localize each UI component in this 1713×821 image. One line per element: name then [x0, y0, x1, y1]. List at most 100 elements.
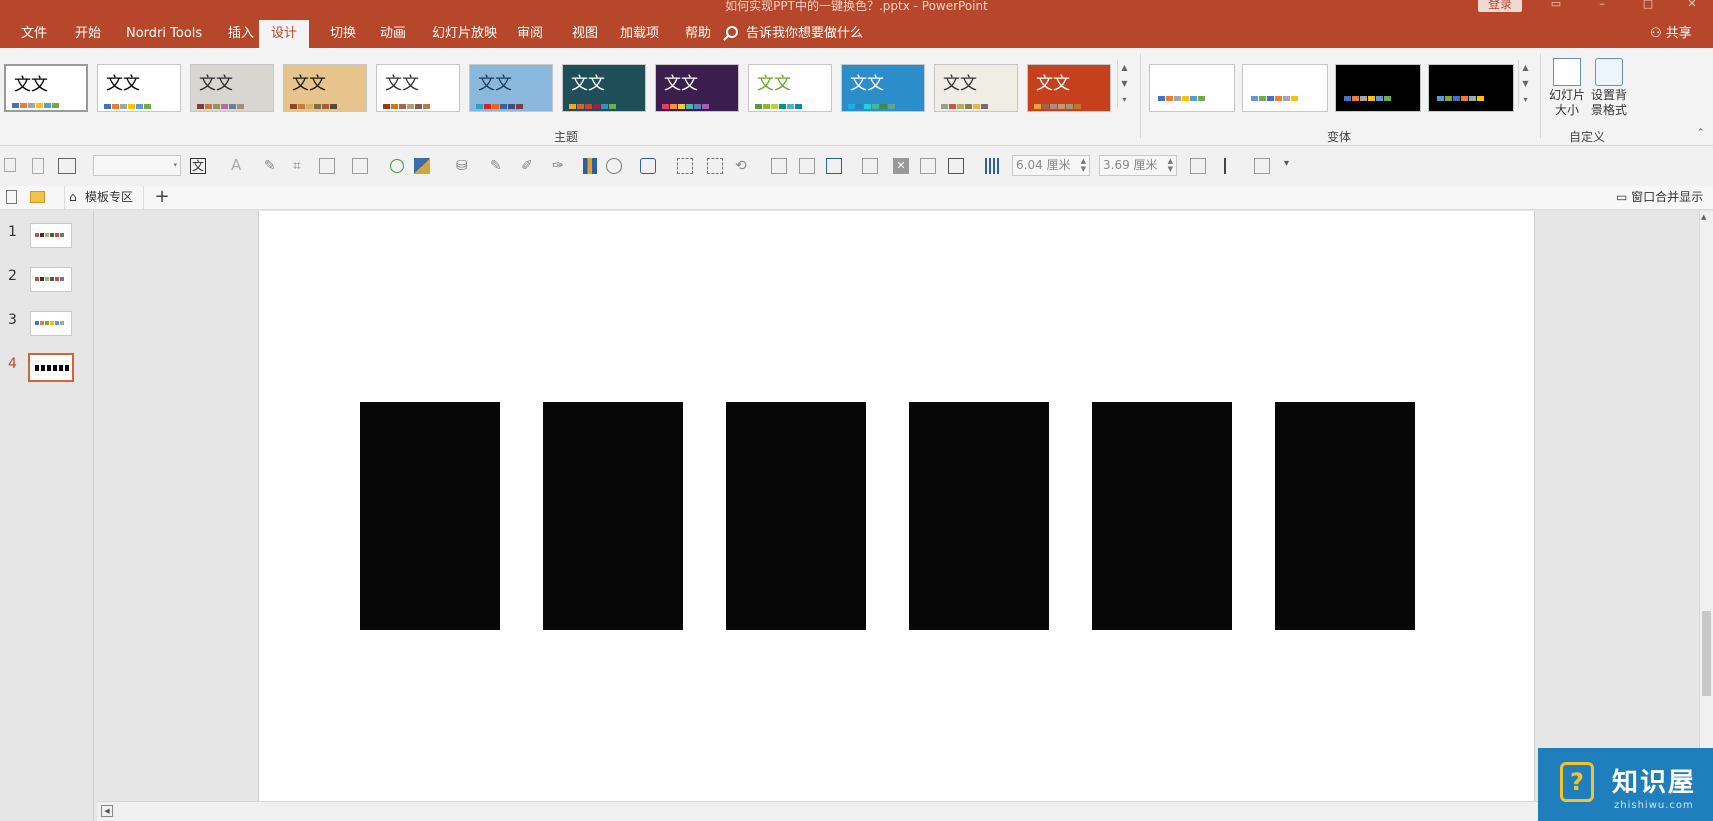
folder-icon[interactable]: [30, 191, 45, 203]
theme-thumbnail[interactable]: 文文: [934, 64, 1018, 112]
theme-thumbnail[interactable]: 文文: [748, 64, 832, 112]
black-rectangle-shape[interactable]: [909, 402, 1049, 630]
scroll-up-icon[interactable]: ▲: [1118, 60, 1131, 76]
variant-thumbnail[interactable]: [1428, 64, 1514, 112]
theme-thumbnail[interactable]: 文文: [562, 64, 646, 112]
shape-height-field[interactable]: 3.69 厘米 ▲ ▼: [1099, 155, 1177, 176]
tab-8[interactable]: 审阅: [505, 20, 555, 48]
text-direction-icon[interactable]: 文: [190, 158, 206, 174]
size-icon[interactable]: [948, 158, 964, 174]
slide-size-button[interactable]: 幻灯片大小: [1545, 58, 1589, 118]
theme-thumbnail[interactable]: 文文: [190, 64, 274, 112]
reorder-icon[interactable]: [1254, 158, 1270, 174]
send-backward-icon[interactable]: [799, 158, 815, 174]
more-icon[interactable]: ▾: [1519, 92, 1532, 108]
black-rectangle-shape[interactable]: [1092, 402, 1232, 630]
font-color-icon[interactable]: A: [231, 158, 247, 174]
select-icon[interactable]: [677, 158, 693, 174]
tab-10[interactable]: 加载项: [608, 20, 671, 48]
spinner-icon[interactable]: ▲ ▼: [1168, 157, 1173, 173]
format-background-button[interactable]: 设置背景格式: [1587, 58, 1631, 118]
black-rectangle-shape[interactable]: [360, 402, 500, 630]
variant-thumbnail[interactable]: [1149, 64, 1235, 112]
scroll-up-icon[interactable]: ▲: [1701, 213, 1706, 221]
variant-thumbnail[interactable]: [1335, 64, 1421, 112]
login-button[interactable]: 登录: [1478, 0, 1522, 12]
merge-shapes-icon[interactable]: [606, 158, 622, 174]
merge-windows-button[interactable]: ▭ 窗口合并显示: [1616, 186, 1703, 209]
tab-1[interactable]: 开始: [63, 20, 113, 48]
share-button[interactable]: ⚇ 共享: [1650, 20, 1692, 48]
tab-4[interactable]: 设计: [259, 20, 310, 48]
black-rectangle-shape[interactable]: [1275, 402, 1415, 630]
bring-forward-icon[interactable]: [771, 158, 787, 174]
align-icon[interactable]: [32, 158, 44, 174]
tab-0[interactable]: 文件: [9, 20, 59, 48]
print-icon[interactable]: [4, 158, 16, 172]
slide-canvas[interactable]: [258, 211, 1535, 801]
ribbon-display-icon[interactable]: ▭: [1548, 0, 1564, 10]
chart-icon[interactable]: [583, 158, 597, 174]
template-zone-tab[interactable]: ⌂ 模板专区: [64, 186, 145, 209]
rotate-icon[interactable]: ⟲: [735, 158, 751, 174]
tab-9[interactable]: 视图: [560, 20, 610, 48]
tab-2[interactable]: Nordri Tools: [114, 20, 214, 48]
theme-thumbnail[interactable]: 文文: [283, 64, 367, 112]
slide-thumbnail[interactable]: [30, 311, 72, 336]
theme-thumbnail[interactable]: 文文: [841, 64, 925, 112]
group-icon[interactable]: [707, 158, 723, 174]
more-icon[interactable]: ▾: [1118, 92, 1131, 108]
horizontal-scrollbar[interactable]: ◀: [97, 801, 1699, 821]
eyedropper-icon[interactable]: ✎: [264, 158, 280, 174]
edit-icon[interactable]: ✐: [521, 158, 537, 174]
align-left-icon[interactable]: [1224, 158, 1240, 174]
selection-pane-icon[interactable]: [862, 158, 878, 174]
shape-width-field[interactable]: 6.04 厘米 ▲ ▼: [1012, 155, 1090, 176]
variant-thumbnail[interactable]: [1242, 64, 1328, 112]
tell-me-search[interactable]: 告诉我你想要做什么: [726, 20, 863, 48]
arrange-icon[interactable]: [1190, 158, 1206, 174]
themes-gallery-scroll[interactable]: ▲ ▼ ▾: [1117, 60, 1131, 108]
theme-thumbnail[interactable]: 文文: [1027, 64, 1111, 112]
scroll-down-icon[interactable]: ▼: [1519, 76, 1532, 92]
pen-icon[interactable]: ✎: [490, 158, 506, 174]
maximize-icon[interactable]: □: [1640, 0, 1656, 10]
scroll-up-icon[interactable]: ▲: [1519, 60, 1532, 76]
theme-thumbnail[interactable]: 文文: [4, 64, 88, 112]
shapes-icon[interactable]: [640, 158, 656, 174]
shape-fill-icon[interactable]: [414, 158, 430, 174]
slide-thumbnail[interactable]: [30, 223, 72, 248]
add-tab-button[interactable]: +: [152, 186, 172, 209]
tab-7[interactable]: 幻灯片放映: [420, 20, 509, 48]
tab-5[interactable]: 切换: [318, 20, 368, 48]
crop-icon[interactable]: ⌗: [293, 158, 309, 174]
customize-toolbar-icon[interactable]: ▾: [1284, 158, 1300, 174]
theme-thumbnail[interactable]: 文文: [97, 64, 181, 112]
image-options-icon[interactable]: [352, 158, 368, 174]
theme-thumbnail[interactable]: 文文: [655, 64, 739, 112]
variants-gallery-scroll[interactable]: ▲ ▼ ▾: [1518, 60, 1532, 108]
delete-icon[interactable]: ✕: [893, 158, 909, 174]
ellipse-icon[interactable]: [390, 159, 404, 173]
font-select[interactable]: ▾: [93, 155, 181, 176]
slide-thumbnail[interactable]: [30, 267, 72, 292]
theme-thumbnail[interactable]: 文文: [376, 64, 460, 112]
minimize-icon[interactable]: –: [1594, 0, 1610, 10]
black-rectangle-shape[interactable]: [726, 402, 866, 630]
spinner-icon[interactable]: ▲ ▼: [1081, 157, 1086, 173]
new-file-icon[interactable]: [6, 190, 17, 204]
tab-11[interactable]: 帮助: [673, 20, 723, 48]
scroll-left-icon[interactable]: ◀: [101, 805, 113, 817]
grid-icon[interactable]: [985, 158, 1001, 174]
picture-icon[interactable]: [319, 158, 335, 174]
paint-bucket-icon[interactable]: ⛁: [456, 158, 472, 174]
collapse-ribbon-icon[interactable]: ⌃: [1697, 128, 1705, 138]
black-rectangle-shape[interactable]: [543, 402, 683, 630]
align-objects-icon[interactable]: [826, 158, 842, 174]
close-icon[interactable]: ✕: [1684, 0, 1700, 10]
scrollbar-thumb[interactable]: [1702, 611, 1711, 696]
copy-format-icon[interactable]: [920, 158, 936, 174]
eyedropper-icon[interactable]: ✑: [552, 158, 568, 174]
slide-thumbnail[interactable]: [28, 353, 74, 382]
tab-6[interactable]: 动画: [368, 20, 418, 48]
